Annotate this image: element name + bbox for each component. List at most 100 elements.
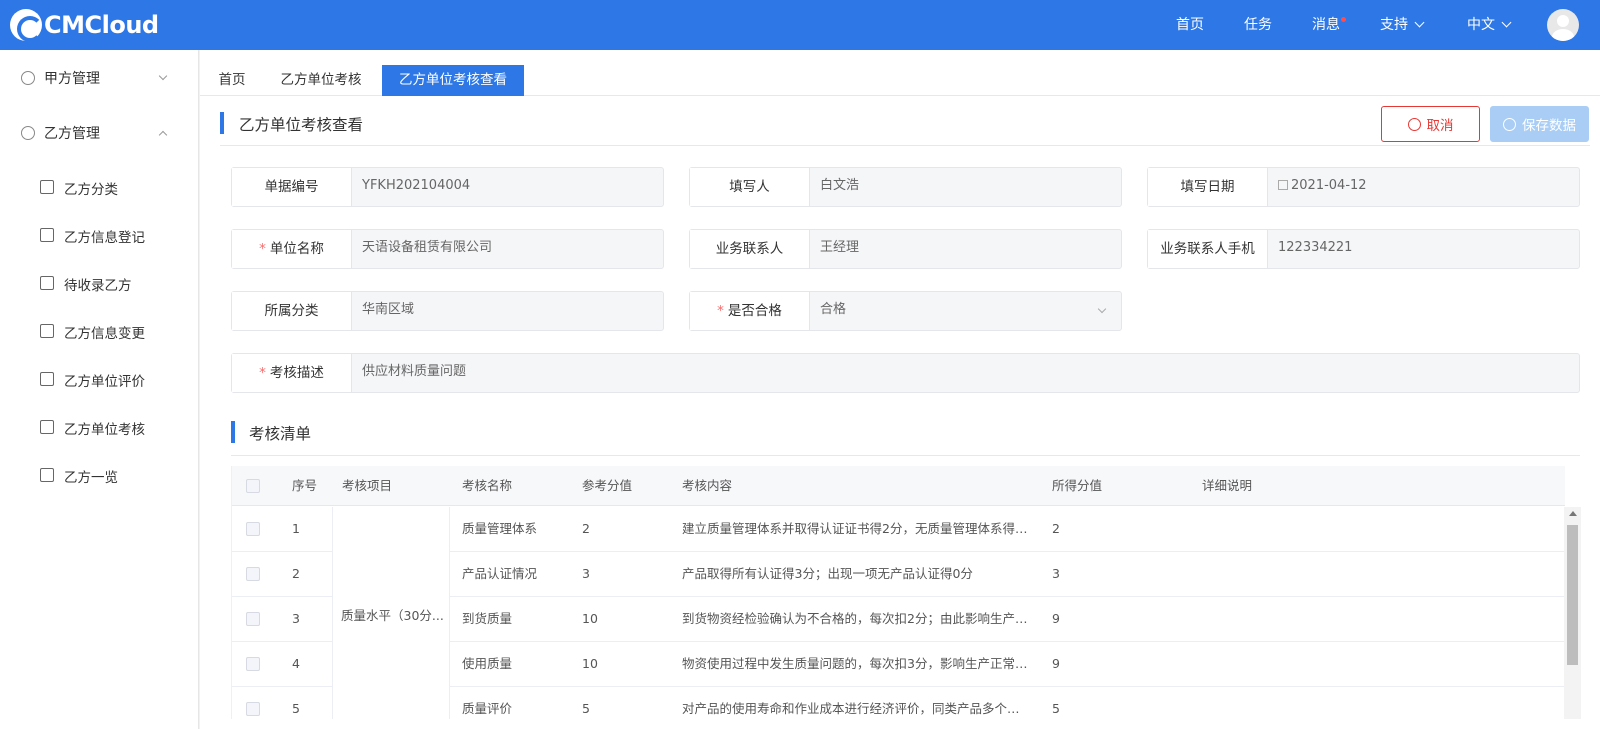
scroll-up-arrow-icon[interactable] <box>1569 511 1577 516</box>
sidebar-item-pending[interactable]: 待收录乙方 <box>0 263 199 303</box>
sidebar-item-overview[interactable]: 乙方一览 <box>0 455 199 495</box>
row-checkbox[interactable] <box>246 522 260 536</box>
field-label: 填写日期 <box>1148 168 1268 206</box>
unit-name-field: * 单位名称 天语设备租赁有限公司 <box>231 229 664 269</box>
cell-ref: 10 <box>582 656 598 671</box>
row-checkbox[interactable] <box>246 702 260 716</box>
contact-phone-input[interactable]: 122334221 <box>1268 230 1579 268</box>
sidebar-item-label: 乙方分类 <box>64 182 118 198</box>
cell-score: 3 <box>1052 566 1060 581</box>
sidebar-item-registration[interactable]: 乙方信息登记 <box>0 215 199 255</box>
row-checkbox[interactable] <box>246 657 260 671</box>
column-header: 序号 <box>292 478 318 493</box>
sidebar-item-label: 乙方单位考核 <box>64 422 145 438</box>
divider <box>231 455 1580 456</box>
field-label: * 是否合格 <box>690 292 810 330</box>
tab-assessment-view[interactable]: 乙方单位考核查看 <box>382 65 524 96</box>
sidebar-item-change[interactable]: 乙方信息变更 <box>0 311 199 351</box>
cell-ref: 5 <box>582 701 590 716</box>
field-label-text: 单位名称 <box>269 241 324 257</box>
cell-score: 2 <box>1052 521 1060 536</box>
cancel-button[interactable]: 取消 <box>1381 106 1480 142</box>
required-mark: * <box>259 241 266 257</box>
section-title: 考核清单 <box>249 425 312 443</box>
field-label-text: 考核描述 <box>269 365 324 381</box>
unit-name-input[interactable]: 天语设备租赁有限公司 <box>352 230 663 268</box>
users-icon <box>21 126 35 140</box>
description-field: * 考核描述 供应材料质量问题 <box>231 353 1580 393</box>
field-label: 单据编号 <box>232 168 352 206</box>
table-scrollbar[interactable] <box>1564 507 1581 719</box>
cell-no: 1 <box>292 521 300 536</box>
menu-group-label: 乙方管理 <box>44 126 100 142</box>
filler-input[interactable]: 白文浩 <box>810 168 1121 206</box>
sidebar-item-assessment[interactable]: 乙方单位考核 <box>0 407 199 447</box>
cell-no: 2 <box>292 566 300 581</box>
contact-field: 业务联系人 王经理 <box>689 229 1122 269</box>
assessment-table: 序号 考核项目 考核名称 参考分值 考核内容 所得分值 详细说明 1 质量管理体… <box>231 466 1581 719</box>
sidebar-item-evaluation[interactable]: 乙方单位评价 <box>0 359 199 399</box>
save-label: 保存数据 <box>1522 118 1576 134</box>
nav-support[interactable]: 支持 <box>1380 0 1425 50</box>
divider <box>220 145 1590 146</box>
doc-no-input[interactable]: YFKH202104004 <box>352 168 663 206</box>
clipboard-check-icon <box>40 372 54 386</box>
column-header: 考核名称 <box>462 478 513 493</box>
cell-content: 对产品的使用寿命和作业成本进行经济评价，同类产品多个供应... <box>682 701 1032 716</box>
chevron-down-icon <box>1097 304 1107 314</box>
nav-home[interactable]: 首页 <box>1176 0 1204 50</box>
tab-assessment[interactable]: 乙方单位考核 <box>268 65 374 96</box>
users-icon <box>21 71 35 85</box>
menu-group-party-a[interactable]: 甲方管理 <box>0 58 199 98</box>
save-button[interactable]: 保存数据 <box>1490 106 1589 142</box>
cell-content: 建立质量管理体系并取得认证证书得2分，无质量管理体系得0分 <box>682 521 1032 536</box>
field-label: 所属分类 <box>232 292 352 330</box>
table-header: 序号 考核项目 考核名称 参考分值 考核内容 所得分值 详细说明 <box>232 466 1565 506</box>
cell-ref: 3 <box>582 566 590 581</box>
sidebar: 甲方管理 乙方管理 乙方分类 乙方信息登记 待收录乙方 乙方信息变更 乙方单位评… <box>0 50 199 729</box>
sidebar-item-category[interactable]: 乙方分类 <box>0 167 199 207</box>
cell-score: 9 <box>1052 611 1060 626</box>
column-header: 考核内容 <box>682 478 733 493</box>
row-checkbox[interactable] <box>246 567 260 581</box>
field-label: 业务联系人 <box>690 230 810 268</box>
cmcloud-logo[interactable]: CMCloud <box>10 9 159 42</box>
fill-date-field: 填写日期 2021-04-12 <box>1147 167 1580 207</box>
grid-icon <box>40 180 54 194</box>
chevron-down-icon <box>1501 17 1512 28</box>
cancel-label: 取消 <box>1426 118 1454 134</box>
cell-content: 物资使用过程中发生质量问题的，每次扣3分，影响生产正常进... <box>682 656 1032 671</box>
top-header: CMCloud 首页 任务 消息 支持 中文 <box>0 0 1600 50</box>
chevron-down-icon <box>158 71 168 81</box>
nav-support-label: 支持 <box>1380 17 1408 33</box>
user-avatar[interactable] <box>1547 9 1579 41</box>
field-label: * 单位名称 <box>232 230 352 268</box>
close-circle-icon <box>1407 117 1421 131</box>
contact-input[interactable]: 王经理 <box>810 230 1121 268</box>
nav-tasks[interactable]: 任务 <box>1244 0 1272 50</box>
cell-name: 质量评价 <box>462 701 513 716</box>
page-title: 乙方单位考核查看 <box>239 116 364 134</box>
language-switch[interactable]: 中文 <box>1467 0 1512 50</box>
category-input[interactable]: 华南区域 <box>352 292 663 330</box>
scroll-thumb[interactable] <box>1567 525 1578 665</box>
fill-date-input[interactable]: 2021-04-12 <box>1268 168 1579 206</box>
cell-no: 5 <box>292 701 300 716</box>
menu-group-party-b[interactable]: 乙方管理 <box>0 113 199 153</box>
qualified-field: * 是否合格 合格 <box>689 291 1122 331</box>
qualified-select[interactable]: 合格 <box>810 292 1121 330</box>
cell-item: 质量水平（30分... <box>341 608 444 623</box>
row-checkbox[interactable] <box>246 612 260 626</box>
document-edit-icon <box>40 324 54 338</box>
unread-dot <box>1341 17 1346 22</box>
merged-item-cell: 质量水平（30分... <box>332 507 450 719</box>
filler-field: 填写人 白文浩 <box>689 167 1122 207</box>
select-all-checkbox[interactable] <box>246 479 260 493</box>
description-input[interactable]: 供应材料质量问题 <box>352 354 1579 392</box>
sidebar-item-label: 待收录乙方 <box>64 278 132 294</box>
nav-messages[interactable]: 消息 <box>1312 0 1346 50</box>
menu-group-label: 甲方管理 <box>44 71 100 87</box>
cell-name: 质量管理体系 <box>462 521 538 536</box>
tab-home[interactable]: 首页 <box>204 65 260 96</box>
cell-name: 产品认证情况 <box>462 566 538 581</box>
